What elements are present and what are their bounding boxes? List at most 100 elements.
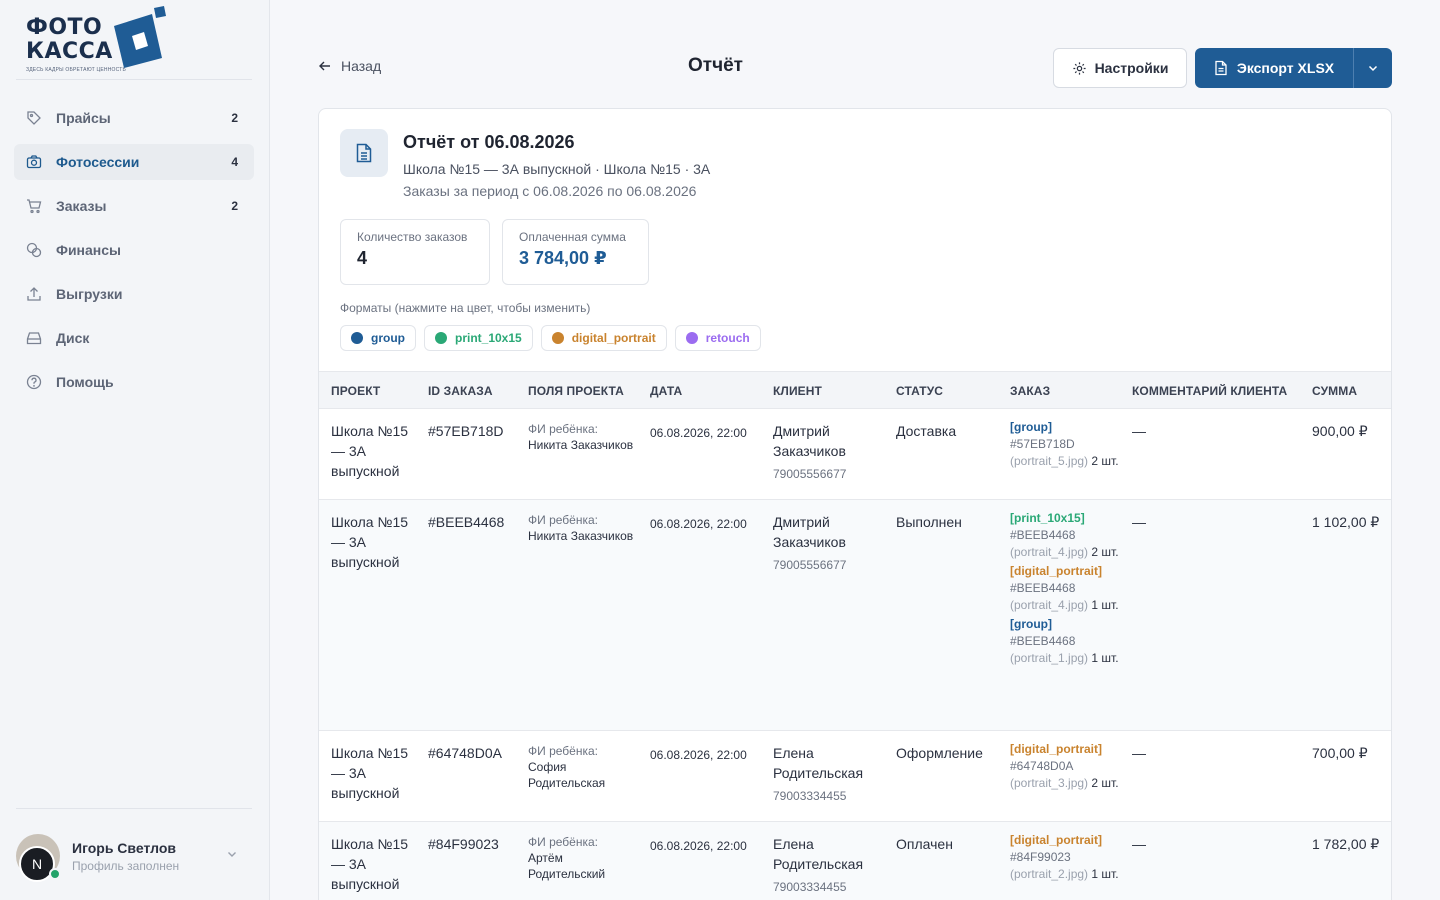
user-profile[interactable]: N Игорь Светлов Профиль заполнен (16, 828, 252, 884)
status-cell: Выполнен (896, 514, 962, 530)
file-spreadsheet-icon (1215, 60, 1227, 76)
order-file: (portrait_3.jpg) (1010, 776, 1089, 790)
order-id-cell: #57EB718D (428, 423, 504, 439)
client-name: Дмитрий Заказчиков (773, 423, 846, 459)
order-format: [group] (1010, 420, 1052, 434)
color-dot[interactable] (435, 332, 447, 344)
sidebar-item-label: Выгрузки (56, 286, 123, 302)
export-label: Экспорт XLSX (1236, 60, 1335, 76)
client-cell: Дмитрий Заказчиков 79005556677 (773, 421, 883, 484)
format-chip-group[interactable]: group (340, 325, 416, 351)
logo-mark-icon (114, 6, 166, 68)
project-fields-cell: ФИ ребёнка: Артём Родительский (528, 834, 638, 882)
cart-icon (26, 198, 42, 214)
sidebar-item-disk[interactable]: Диск (14, 320, 254, 356)
online-status-dot (49, 868, 61, 880)
order-format: [print_10x15] (1010, 511, 1085, 525)
logo[interactable]: ФОТО КАССА ЗДЕСЬ КАДРЫ ОБРЕТАЮТ ЦЕННОСТЬ (26, 6, 176, 76)
color-dot[interactable] (351, 332, 363, 344)
comment-cell: — (1132, 514, 1146, 530)
column-header[interactable]: КЛИЕНТ (773, 384, 822, 398)
field-label: ФИ ребёнка: (528, 422, 598, 436)
sidebar-item-photosessions[interactable]: Фотосессии 4 (14, 144, 254, 180)
status-cell: Оплачен (896, 836, 953, 852)
settings-button[interactable]: Настройки (1053, 48, 1187, 88)
gear-icon (1072, 61, 1086, 75)
format-chip-label: retouch (705, 331, 750, 345)
sidebar-item-count: 2 (231, 111, 238, 125)
project-cell: Школа №15 — 3А выпускной (331, 423, 409, 479)
color-dot[interactable] (685, 332, 698, 344)
order-item: [print_10x15] #BEEB4468 (portrait_4.jpg)… (1010, 510, 1120, 561)
order-qty: 2 шт. (1091, 454, 1119, 468)
arrow-left-icon (319, 61, 330, 71)
table-row[interactable]: Школа №15 — 3А выпускной #57EB718D ФИ ре… (319, 409, 1391, 500)
order-item-id: #84F99023 (1010, 850, 1071, 864)
order-items-cell: [group] #57EB718D (portrait_5.jpg) 2 шт. (1010, 419, 1120, 472)
column-header[interactable]: ID ЗАКАЗА (428, 384, 493, 398)
table-row[interactable]: Школа №15 — 3А выпускной #84F99023 ФИ ре… (319, 822, 1391, 900)
sidebar-item-finance[interactable]: Финансы (14, 232, 254, 268)
sidebar-nav: Прайсы 2 Фотосессии 4 Заказы 2 Финансы В… (14, 100, 254, 408)
order-item: [group] #57EB718D (portrait_5.jpg) 2 шт. (1010, 419, 1120, 470)
sum-cell: 1 102,00 ₽ (1312, 514, 1380, 530)
table-header: ПРОЕКТ ID ЗАКАЗА ПОЛЯ ПРОЕКТА ДАТА КЛИЕН… (319, 371, 1391, 409)
field-label: ФИ ребёнка: (528, 744, 598, 758)
order-qty: 2 шт. (1091, 776, 1119, 790)
formats-hint: Форматы (нажмите на цвет, чтобы изменить… (340, 301, 591, 315)
order-file: (portrait_4.jpg) (1010, 545, 1089, 559)
table-row[interactable]: Школа №15 — 3А выпускной #BEEB4468 ФИ ре… (319, 500, 1391, 731)
column-header[interactable]: ПРОЕКТ (331, 384, 380, 398)
color-dot[interactable] (551, 332, 564, 344)
export-xlsx-button[interactable]: Экспорт XLSX (1195, 48, 1353, 88)
report-card: Отчёт от 06.08.2026 Школа №15 — 3А выпус… (318, 108, 1392, 900)
client-name: Дмитрий Заказчиков (773, 514, 846, 550)
sidebar-divider (16, 808, 252, 809)
chevron-down-icon[interactable] (226, 848, 238, 860)
report-table: ПРОЕКТ ID ЗАКАЗА ПОЛЯ ПРОЕКТА ДАТА КЛИЕН… (319, 371, 1391, 900)
column-header[interactable]: ДАТА (650, 384, 682, 398)
format-chip-print[interactable]: print_10x15 (424, 325, 533, 351)
order-id-cell: #BEEB4468 (428, 514, 505, 530)
client-cell: Дмитрий Заказчиков 79005556677 (773, 512, 883, 575)
column-header[interactable]: ЗАКАЗ (1010, 384, 1050, 398)
sidebar-item-orders[interactable]: Заказы 2 (14, 188, 254, 224)
sidebar-item-uploads[interactable]: Выгрузки (14, 276, 254, 312)
order-item: [group] #BEEB4468 (portrait_1.jpg) 1 шт. (1010, 616, 1120, 667)
stat-label: Оплаченная сумма (519, 230, 626, 244)
export-dropdown-button[interactable] (1353, 48, 1392, 88)
order-item: [digital_portrait] #64748D0A (portrait_3… (1010, 741, 1120, 792)
column-header[interactable]: КОММЕНТАРИЙ КЛИЕНТА (1132, 384, 1287, 398)
report-period: Заказы за период с 06.08.2026 по 06.08.2… (403, 183, 697, 199)
chevron-down-icon (1368, 65, 1378, 72)
date-cell: 06.08.2026, 22:00 (650, 517, 747, 531)
back-link[interactable]: Назад (318, 58, 381, 74)
sidebar-item-label: Диск (56, 330, 90, 346)
paid-sum-stat: Оплаченная сумма 3 784,00 ₽ (502, 219, 649, 285)
client-name: Елена Родительская (773, 836, 864, 872)
help-icon (26, 374, 42, 390)
date-cell: 06.08.2026, 22:00 (650, 748, 747, 762)
order-items-cell: [digital_portrait] #84F99023 (portrait_2… (1010, 832, 1120, 885)
client-phone: 79005556677 (773, 467, 847, 481)
column-header[interactable]: СТАТУС (896, 384, 943, 398)
format-chip-label: group (371, 331, 405, 345)
field-label: ФИ ребёнка: (528, 513, 598, 527)
column-header[interactable]: СУММА (1312, 384, 1357, 398)
report-subtitle: Школа №15 — 3А выпускной · Школа №15 · 3… (403, 161, 711, 177)
format-chip-digital-portrait[interactable]: digital_portrait (540, 325, 667, 351)
sidebar-divider (16, 79, 252, 80)
date-cell: 06.08.2026, 22:00 (650, 426, 747, 440)
table-row[interactable]: Школа №15 — 3А выпускной #64748D0A ФИ ре… (319, 731, 1391, 822)
format-chip-label: digital_portrait (571, 331, 656, 345)
format-chip-retouch[interactable]: retouch (674, 325, 761, 351)
order-format: [group] (1010, 617, 1052, 631)
sidebar-item-label: Финансы (56, 242, 121, 258)
report-document-icon (340, 129, 388, 177)
order-item-id: #BEEB4468 (1010, 528, 1076, 542)
project-fields-cell: ФИ ребёнка: София Родительская (528, 743, 638, 791)
sidebar-item-prices[interactable]: Прайсы 2 (14, 100, 254, 136)
order-file: (portrait_1.jpg) (1010, 651, 1089, 665)
column-header[interactable]: ПОЛЯ ПРОЕКТА (528, 384, 624, 398)
sidebar-item-help[interactable]: Помощь (14, 364, 254, 400)
